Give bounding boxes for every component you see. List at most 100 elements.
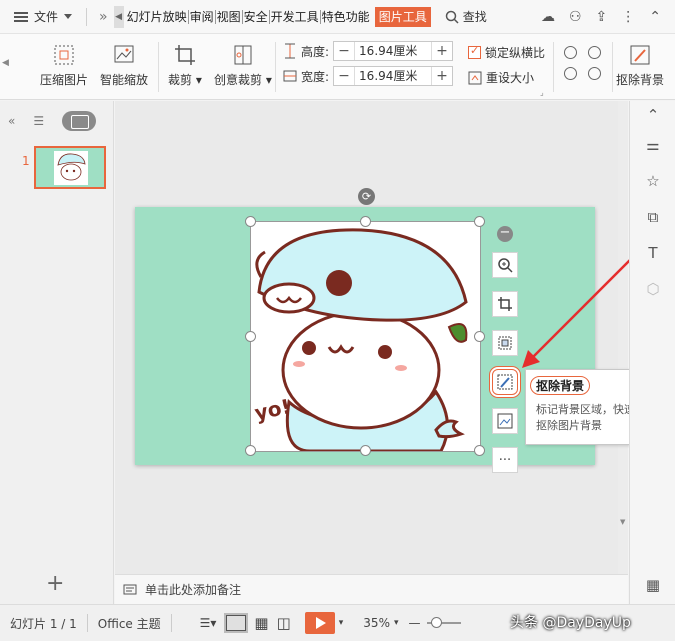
resize-handle-right[interactable] xyxy=(474,331,485,342)
search-button[interactable]: 查找 xyxy=(445,8,487,25)
caret-down-icon xyxy=(64,14,73,19)
width-decrease-button[interactable]: − xyxy=(334,68,354,84)
search-icon xyxy=(445,10,459,24)
crop-tool-icon[interactable] xyxy=(492,291,518,317)
creative-crop-label: 创意裁剪 ▾ xyxy=(214,73,272,87)
zoom-slider-knob[interactable] xyxy=(430,617,442,628)
remove-background-icon xyxy=(630,45,650,65)
creative-crop-button[interactable]: 创意裁剪 ▾ xyxy=(214,43,272,88)
menu-bar: 文件 » ◀ 幻灯片放映 审阅 视图 安全 开发工具 特色功能 图片工具 查找 … xyxy=(0,0,675,34)
resize-handle-bottom-right[interactable] xyxy=(474,445,485,456)
height-increase-button[interactable]: + xyxy=(432,43,452,59)
smart-scale-button[interactable]: 智能缩放 xyxy=(100,43,148,88)
zoom-picture-icon[interactable] xyxy=(492,252,518,278)
resize-handle-bottom[interactable] xyxy=(360,445,371,456)
slide-thumbnail[interactable] xyxy=(34,146,106,189)
brightness-increase-icon[interactable] xyxy=(564,46,577,59)
thumbnail-picture xyxy=(54,151,88,185)
picture-frame-icon[interactable] xyxy=(492,330,518,356)
height-input[interactable]: 16.94厘米 xyxy=(354,42,433,60)
tab-features[interactable]: 特色功能 xyxy=(321,10,371,24)
remove-background-ribbon-button[interactable]: 抠除背景 xyxy=(616,43,664,88)
hamburger-icon xyxy=(14,11,28,22)
play-slideshow-button[interactable] xyxy=(304,612,335,634)
share-icon[interactable]: ⇪ xyxy=(596,9,608,25)
cloud-sync-icon[interactable]: ☁ xyxy=(541,9,555,25)
width-stepper[interactable]: − 16.94厘米 + xyxy=(333,66,454,86)
reset-size-icon xyxy=(468,71,482,84)
collapse-toolbar-icon[interactable]: − xyxy=(497,226,513,242)
resize-handle-top-right[interactable] xyxy=(474,216,485,227)
effects-star-icon[interactable]: ☆ xyxy=(643,171,663,191)
user-icon[interactable]: ⚇ xyxy=(569,9,582,25)
resize-handle-top[interactable] xyxy=(360,216,371,227)
vertical-scrollbar[interactable]: ▼ xyxy=(618,101,628,574)
file-menu[interactable]: 文件 xyxy=(0,0,80,34)
shapes-icon[interactable]: ⧉ xyxy=(643,207,663,227)
ribbon-scroll-left-icon[interactable]: ◀ xyxy=(2,58,9,68)
tabs-scroll-left-button[interactable]: ◀ xyxy=(113,5,124,28)
text-icon[interactable]: T xyxy=(643,243,663,263)
reset-size-button[interactable]: 重设大小 xyxy=(468,69,534,86)
contrast-decrease-icon[interactable] xyxy=(588,67,601,80)
slide-number: 1 xyxy=(22,154,30,168)
collapse-ribbon-icon[interactable]: ⌃ xyxy=(649,9,661,25)
lock-aspect-ratio-checkbox[interactable]: 锁定纵横比 xyxy=(468,44,545,61)
outline-view-icon[interactable]: ☰ xyxy=(33,114,44,128)
picture-adjust-icons xyxy=(564,46,606,80)
double-chevron-right-icon[interactable]: » xyxy=(93,9,114,25)
watermark-text: 头条 @DayDayUp xyxy=(510,615,631,631)
width-increase-button[interactable]: + xyxy=(432,68,452,84)
sidebar-collapse-icon[interactable]: ⌃ xyxy=(643,105,663,125)
resize-handle-left[interactable] xyxy=(245,331,256,342)
brightness-decrease-icon[interactable] xyxy=(588,46,601,59)
contrast-increase-icon[interactable] xyxy=(564,67,577,80)
zoom-caret-icon[interactable]: ▾ xyxy=(394,618,399,628)
resize-handle-top-left[interactable] xyxy=(245,216,256,227)
size-dialog-launcher-icon[interactable]: ⌟ xyxy=(540,88,544,97)
remove-background-button[interactable] xyxy=(492,369,518,395)
picture-floating-toolbar: − ··· xyxy=(492,226,518,486)
selected-picture[interactable]: yo! xyxy=(250,221,481,452)
crop-button[interactable]: 裁剪 ▾ xyxy=(168,43,202,88)
reading-view-icon[interactable]: ◫ xyxy=(277,614,291,632)
tab-developer[interactable]: 开发工具 xyxy=(270,9,321,24)
ribbon-divider xyxy=(612,42,613,92)
tab-picture-tools[interactable]: 图片工具 xyxy=(374,6,431,27)
cartoon-character-image: yo! xyxy=(252,228,468,451)
notes-placeholder[interactable]: 单击此处添加备注 xyxy=(145,581,241,598)
notes-toggle-icon[interactable]: ☰▾ xyxy=(200,616,217,630)
scroll-down-icon[interactable]: ▼ xyxy=(620,518,625,526)
add-slide-icon[interactable]: + xyxy=(46,571,64,596)
resize-handle-bottom-left[interactable] xyxy=(245,445,256,456)
tab-slideshow[interactable]: 幻灯片放映 xyxy=(126,9,189,24)
properties-icon[interactable]: ⚌ xyxy=(643,135,663,155)
slide-sorter-view-icon[interactable]: ▦ xyxy=(254,614,268,632)
theme-name[interactable]: Office 主题 xyxy=(88,615,171,632)
more-options-icon[interactable]: ··· xyxy=(492,447,518,473)
tab-view[interactable]: 视图 xyxy=(216,9,243,24)
reset-size-label: 重设大小 xyxy=(486,71,535,85)
notes-bar[interactable]: 单击此处添加备注 xyxy=(115,574,628,604)
height-stepper[interactable]: − 16.94厘米 + xyxy=(333,41,454,61)
zoom-level[interactable]: 35% xyxy=(353,616,400,630)
status-divider xyxy=(170,614,172,632)
change-picture-icon[interactable] xyxy=(492,408,518,434)
3d-cube-icon[interactable]: ⬡ xyxy=(643,279,663,299)
play-options-caret-icon[interactable]: ▾ xyxy=(339,618,344,628)
width-input[interactable]: 16.94厘米 xyxy=(354,67,433,85)
rotate-handle-icon[interactable]: ⟳ xyxy=(358,188,375,205)
collapse-panel-icon[interactable]: « xyxy=(8,114,15,128)
tab-review[interactable]: 审阅 xyxy=(189,9,216,24)
normal-view-icon[interactable] xyxy=(224,613,249,633)
tab-security[interactable]: 安全 xyxy=(243,9,270,24)
slide-thumbnail-panel: « ☰ 1 + xyxy=(0,101,114,604)
more-menu-icon[interactable]: ⋮ xyxy=(621,9,635,25)
height-decrease-button[interactable]: − xyxy=(334,43,354,59)
zoom-out-button[interactable]: — xyxy=(409,616,421,630)
grid-apps-icon[interactable]: ▦ xyxy=(643,575,663,595)
compress-picture-button[interactable]: 压缩图片 xyxy=(40,43,88,88)
slides-view-toggle[interactable] xyxy=(62,111,97,131)
ribbon-tabs: 幻灯片放映 审阅 视图 安全 开发工具 特色功能 图片工具 xyxy=(126,0,431,34)
zoom-slider[interactable] xyxy=(426,617,461,628)
